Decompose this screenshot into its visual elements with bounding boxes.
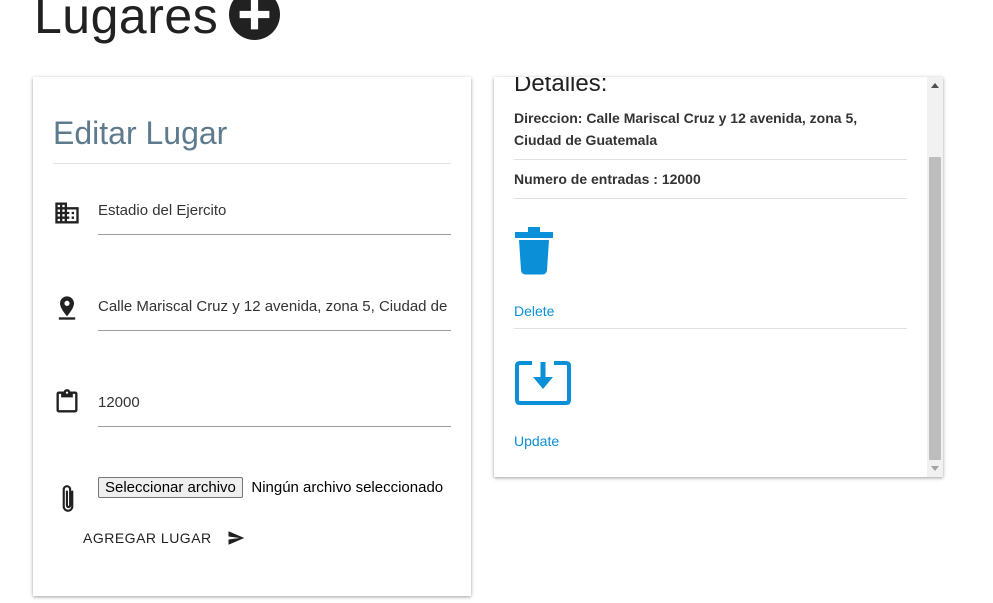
form-divider — [53, 163, 451, 164]
clipboard-icon — [56, 389, 78, 413]
capacity-underline — [98, 426, 451, 427]
paperclip-icon — [62, 485, 74, 512]
page-title: Lugares — [34, 0, 219, 44]
capacity-field — [53, 379, 451, 427]
details-address: Direccion: Calle Mariscal Cruz y 12 aven… — [514, 110, 858, 148]
form-title: Editar Lugar — [53, 115, 228, 151]
file-picker: Seleccionar archivo Ningún archivo selec… — [98, 477, 443, 501]
address-underline — [98, 330, 451, 331]
details-scrollbar[interactable] — [927, 77, 943, 477]
delete-button[interactable]: Delete — [514, 303, 554, 319]
details-divider — [514, 328, 907, 329]
download-icon[interactable] — [514, 359, 574, 409]
select-file-button[interactable]: Seleccionar archivo — [98, 477, 243, 498]
address-input[interactable] — [98, 283, 451, 329]
scroll-thumb[interactable] — [929, 157, 941, 460]
details-divider — [514, 198, 907, 199]
location-pin-icon — [58, 296, 76, 320]
file-status: Ningún archivo seleccionado — [251, 479, 444, 496]
details-divider — [514, 159, 907, 160]
add-place-button[interactable]: AGREGAR LUGAR — [83, 525, 246, 551]
add-circle-icon[interactable] — [229, 0, 280, 40]
details-scroll-area[interactable]: Detalles: Direccion: Calle Mariscal Cruz… — [494, 77, 927, 477]
details-card: Detalles: Direccion: Calle Mariscal Cruz… — [494, 77, 943, 477]
edit-place-form: Editar Lugar Seleccionar archivo Ningún … — [33, 77, 471, 596]
add-place-label: AGREGAR LUGAR — [83, 530, 212, 546]
details-entries: Numero de entradas : 12000 — [514, 171, 701, 187]
update-button[interactable]: Update — [514, 433, 559, 449]
name-underline — [98, 234, 451, 235]
address-field — [53, 283, 451, 331]
building-icon — [55, 202, 79, 224]
trash-icon[interactable] — [514, 226, 554, 276]
send-icon — [228, 531, 244, 545]
name-field — [53, 187, 451, 235]
scroll-up-arrow-icon[interactable] — [931, 83, 939, 88]
name-input[interactable] — [98, 187, 451, 233]
details-heading: Detalles: — [514, 77, 608, 97]
capacity-input[interactable] — [98, 379, 451, 425]
scroll-down-arrow-icon[interactable] — [931, 466, 939, 471]
